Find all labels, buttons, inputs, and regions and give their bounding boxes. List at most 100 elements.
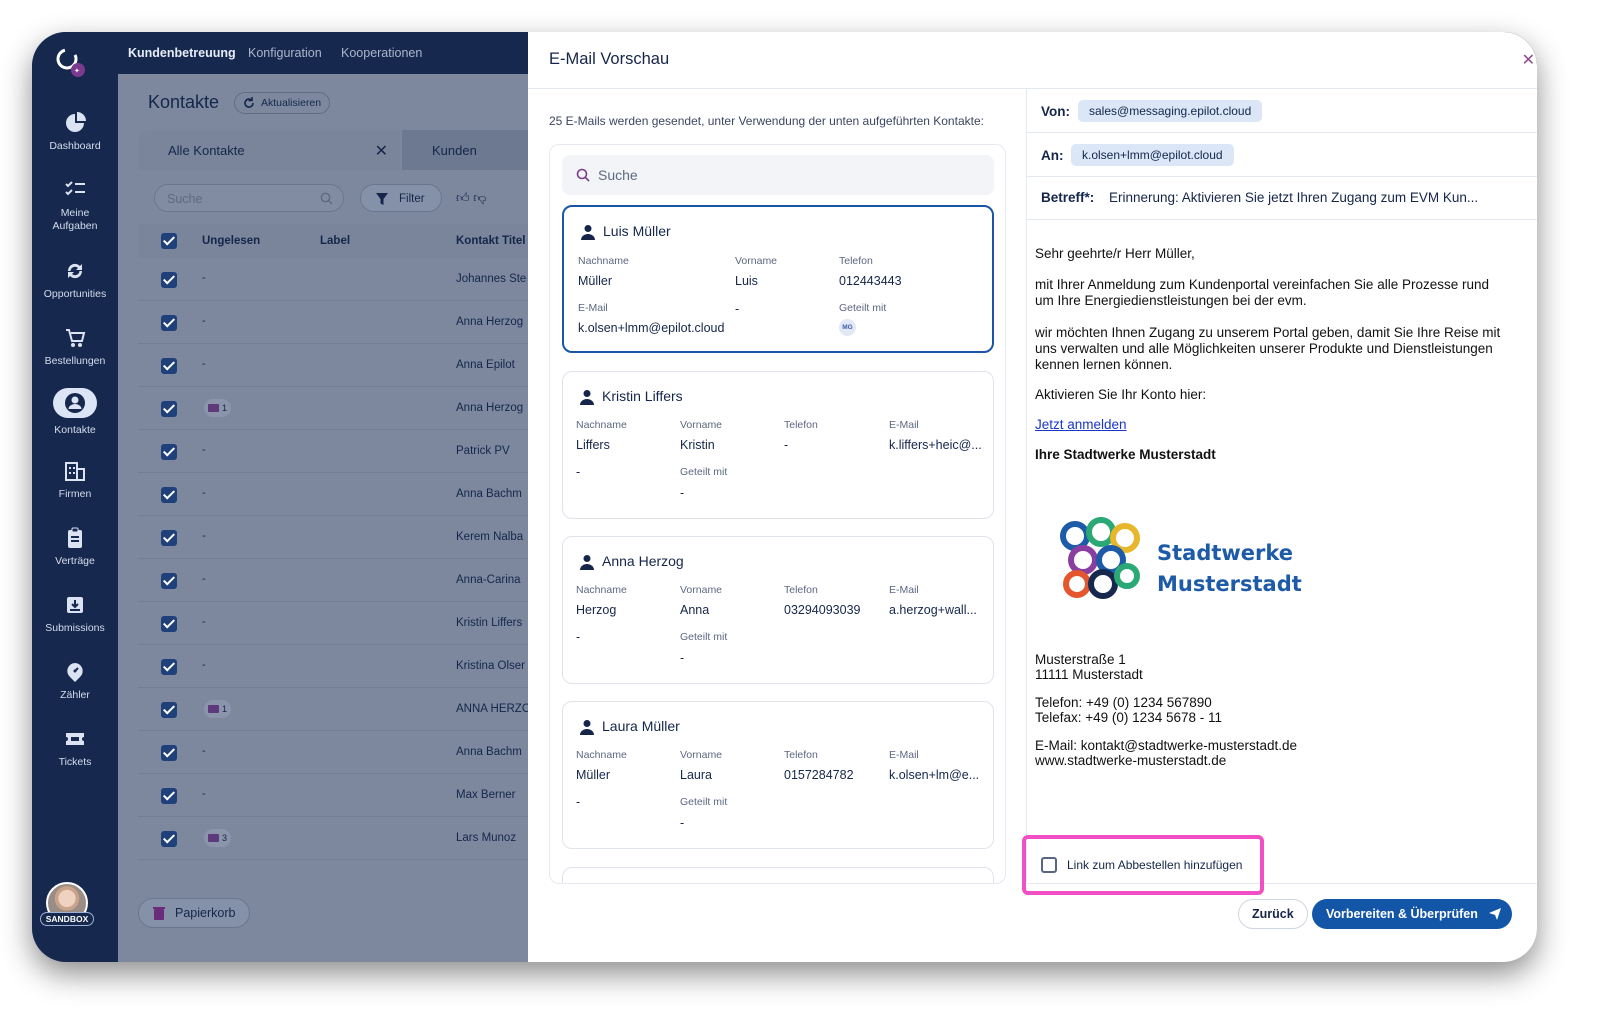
sidebar-item-zaehler[interactable]: Zähler [32, 661, 118, 702]
email-activation-link[interactable]: Jetzt anmelden [1035, 417, 1127, 432]
trash-button[interactable]: Papierkorb [138, 898, 251, 928]
contact-title[interactable]: ANNA HERZO [456, 703, 538, 715]
sidebar-item-meine-aufgaben[interactable]: Meine Aufgaben [32, 179, 118, 233]
tab-label: Alle Kontakte [168, 143, 245, 158]
thumbs-up-down-icon[interactable]: 👍︎ 👎︎ [456, 190, 486, 206]
column-header[interactable]: Ungelesen [202, 235, 260, 247]
sidebar-item-kontakte[interactable]: Kontakte [32, 388, 118, 437]
unread-mail-badge[interactable]: 3 [204, 829, 232, 847]
recipient-card[interactable]: Laura Müller Nachname Müller Vorname Lau… [562, 701, 994, 849]
stadtwerke-logo-icon [1060, 517, 1140, 599]
contact-title[interactable]: Max Berner [456, 789, 538, 801]
contact-title[interactable]: Anna Bachm [456, 746, 538, 758]
table-row[interactable]: - Kerem Nalba [138, 516, 538, 559]
back-button[interactable]: Zurück [1238, 899, 1308, 929]
field-label: Nachname [576, 419, 627, 431]
contact-title[interactable]: Anna Herzog [456, 402, 538, 414]
sidebar-item-label: Zähler [60, 689, 90, 701]
table-row[interactable]: 1 Anna Herzog [138, 387, 538, 430]
select-all-checkbox[interactable] [161, 233, 177, 249]
top-nav-kundenbetreuung[interactable]: Kundenbetreuung [128, 46, 236, 60]
row-checkbox[interactable] [161, 315, 177, 331]
row-checkbox[interactable] [161, 272, 177, 288]
recipient-card[interactable]: Anna Herzog Nachname Herzog Vorname Anna… [562, 536, 994, 684]
brand-line: Musterstadt [1157, 572, 1302, 596]
search-icon [576, 168, 590, 182]
row-checkbox[interactable] [161, 444, 177, 460]
table-row[interactable]: - Patrick PV [138, 430, 538, 473]
contact-title[interactable]: Anna-Carina [456, 574, 538, 586]
contact-title[interactable]: Kerem Nalba [456, 531, 538, 543]
row-checkbox[interactable] [161, 487, 177, 503]
row-checkbox[interactable] [161, 788, 177, 804]
contact-title[interactable]: Anna Bachm [456, 488, 538, 500]
unread-mail-badge[interactable]: 1 [204, 700, 232, 718]
field-value: - [680, 486, 685, 500]
row-checkbox[interactable] [161, 745, 177, 761]
column-header[interactable]: Kontakt Titel [456, 235, 525, 247]
subject-field[interactable]: Erinnerung: Aktivieren Sie jetzt Ihren Z… [1109, 190, 1509, 205]
sidebar-item-tickets[interactable]: Tickets [32, 728, 118, 769]
tab-kunden[interactable]: Kunden [402, 130, 542, 170]
contact-title[interactable]: Kristin Liffers [456, 617, 538, 629]
recipient-search-input[interactable]: Suche [562, 155, 994, 195]
to-chip[interactable]: k.olsen+lmm@epilot.cloud [1071, 144, 1234, 166]
recipient-card[interactable]: Luis Müller Nachname Müller Vorname Luis… [562, 205, 994, 353]
close-tab-icon[interactable]: ✕ [375, 141, 388, 161]
sidebar-item-firmen[interactable]: Firmen [32, 460, 118, 501]
prepare-review-button[interactable]: Vorbereiten & Überprüfen [1312, 899, 1512, 929]
table-row[interactable]: - Anna Bachm [138, 473, 538, 516]
row-checkbox[interactable] [161, 616, 177, 632]
table-row[interactable]: - Anna Epilot [138, 344, 538, 387]
recipient-card[interactable] [562, 867, 994, 883]
contact-title[interactable]: Anna Epilot [456, 359, 538, 371]
close-icon[interactable]: ✕ [1522, 50, 1535, 70]
table-row[interactable]: - Anna Bachm [138, 731, 538, 774]
table-row[interactable]: 3 Lars Munoz [138, 817, 538, 860]
contacts-panel: Kontakte Aktualisieren Alle Kontakte ✕ K… [118, 74, 542, 962]
table-row[interactable]: - Anna-Carina [138, 559, 538, 602]
table-row[interactable]: - Anna Herzog [138, 301, 538, 344]
tab-alle-kontakte[interactable]: Alle Kontakte ✕ [138, 130, 400, 170]
row-checkbox[interactable] [161, 702, 177, 718]
table-row[interactable]: - Kristina Olser [138, 645, 538, 688]
field-value: Herzog [576, 603, 617, 617]
column-header[interactable]: Label [320, 235, 350, 247]
sidebar-item-bestellungen[interactable]: Bestellungen [32, 327, 118, 368]
email-paragraph: mit Ihrer Anmeldung zum Kundenportal ver… [1035, 277, 1490, 308]
contact-title[interactable]: Johannes Ste [456, 273, 538, 285]
row-checkbox[interactable] [161, 831, 177, 847]
top-nav-konfiguration[interactable]: Konfiguration [248, 46, 322, 60]
sidebar-item-submissions[interactable]: Submissions [32, 594, 118, 635]
contact-title[interactable]: Lars Munoz [456, 832, 538, 844]
unsubscribe-label[interactable]: Link zum Abbestellen hinzufügen [1067, 858, 1242, 872]
sidebar-item-opportunities[interactable]: Opportunities [32, 260, 118, 301]
refresh-button[interactable]: Aktualisieren [234, 92, 331, 114]
email-phone: Telefon: +49 (0) 1234 567890 [1035, 695, 1212, 710]
contact-title[interactable]: Patrick PV [456, 445, 538, 457]
from-chip[interactable]: sales@messaging.epilot.cloud [1078, 100, 1263, 122]
recipient-card[interactable]: Kristin Liffers Nachname Liffers Vorname… [562, 371, 994, 519]
unread-mail-badge[interactable]: 1 [204, 399, 232, 417]
contact-title[interactable]: Kristina Olser [456, 660, 538, 672]
contacts-search-input[interactable]: Suche [154, 184, 344, 212]
app-logo-icon[interactable]: ✦ [52, 42, 92, 82]
refresh-icon [244, 97, 254, 108]
sidebar-item-vertraege[interactable]: Verträge [32, 527, 118, 568]
table-row[interactable]: 1 ANNA HERZO [138, 688, 538, 731]
field-label: E-Mail [889, 584, 919, 596]
row-checkbox[interactable] [161, 358, 177, 374]
row-checkbox[interactable] [161, 659, 177, 675]
row-checkbox[interactable] [161, 573, 177, 589]
table-row[interactable]: - Max Berner [138, 774, 538, 817]
row-checkbox[interactable] [161, 530, 177, 546]
contact-title[interactable]: Anna Herzog [456, 316, 538, 328]
row-checkbox[interactable] [161, 401, 177, 417]
table-row[interactable]: - Johannes Ste [138, 258, 538, 301]
contacts-page: Kontakte Aktualisieren Alle Kontakte ✕ K… [118, 74, 542, 962]
top-nav-kooperationen[interactable]: Kooperationen [341, 46, 422, 60]
table-row[interactable]: - Kristin Liffers [138, 602, 538, 645]
unsubscribe-checkbox[interactable] [1041, 857, 1057, 873]
sidebar-item-dashboard[interactable]: Dashboard [32, 112, 118, 153]
filter-button[interactable]: Filter [360, 184, 442, 212]
